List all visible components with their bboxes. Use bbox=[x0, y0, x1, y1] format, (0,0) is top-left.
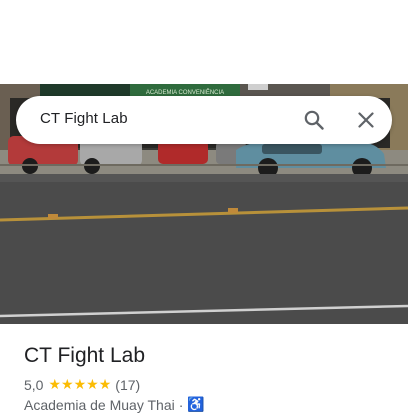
place-category: Academia de Muay Thai bbox=[24, 396, 175, 413]
star-icon: ★ bbox=[98, 376, 112, 392]
search-query-text[interactable]: CT Fight Lab bbox=[40, 110, 128, 127]
search-icon[interactable] bbox=[302, 108, 326, 132]
star-rating: ★★★★★ bbox=[48, 376, 111, 393]
close-icon[interactable] bbox=[354, 108, 378, 132]
place-title: CT Fight Lab bbox=[24, 344, 146, 367]
star-icon: ★ bbox=[73, 376, 87, 392]
wheelchair-icon: ♿ bbox=[187, 396, 205, 412]
place-info-panel: CT Fight Lab 5,0 ★★★★★ (17) Academia de … bbox=[0, 324, 408, 413]
search-bar[interactable]: CT Fight Lab bbox=[16, 96, 392, 144]
star-icon: ★ bbox=[61, 376, 74, 392]
rating-value: 5,0 bbox=[24, 376, 44, 393]
separator-dot: · bbox=[178, 396, 184, 413]
star-icon: ★ bbox=[48, 376, 62, 392]
map-top-area bbox=[0, 0, 408, 84]
star-icon: ★ bbox=[86, 376, 99, 392]
rating-row[interactable]: 5,0 ★★★★★ (17) bbox=[24, 376, 140, 393]
storefront-sign: ACADEMIA CONVENIÊNCIA bbox=[146, 88, 224, 96]
review-count[interactable]: (17) bbox=[115, 377, 140, 393]
category-row: Academia de Muay Thai · ♿ bbox=[24, 396, 205, 413]
